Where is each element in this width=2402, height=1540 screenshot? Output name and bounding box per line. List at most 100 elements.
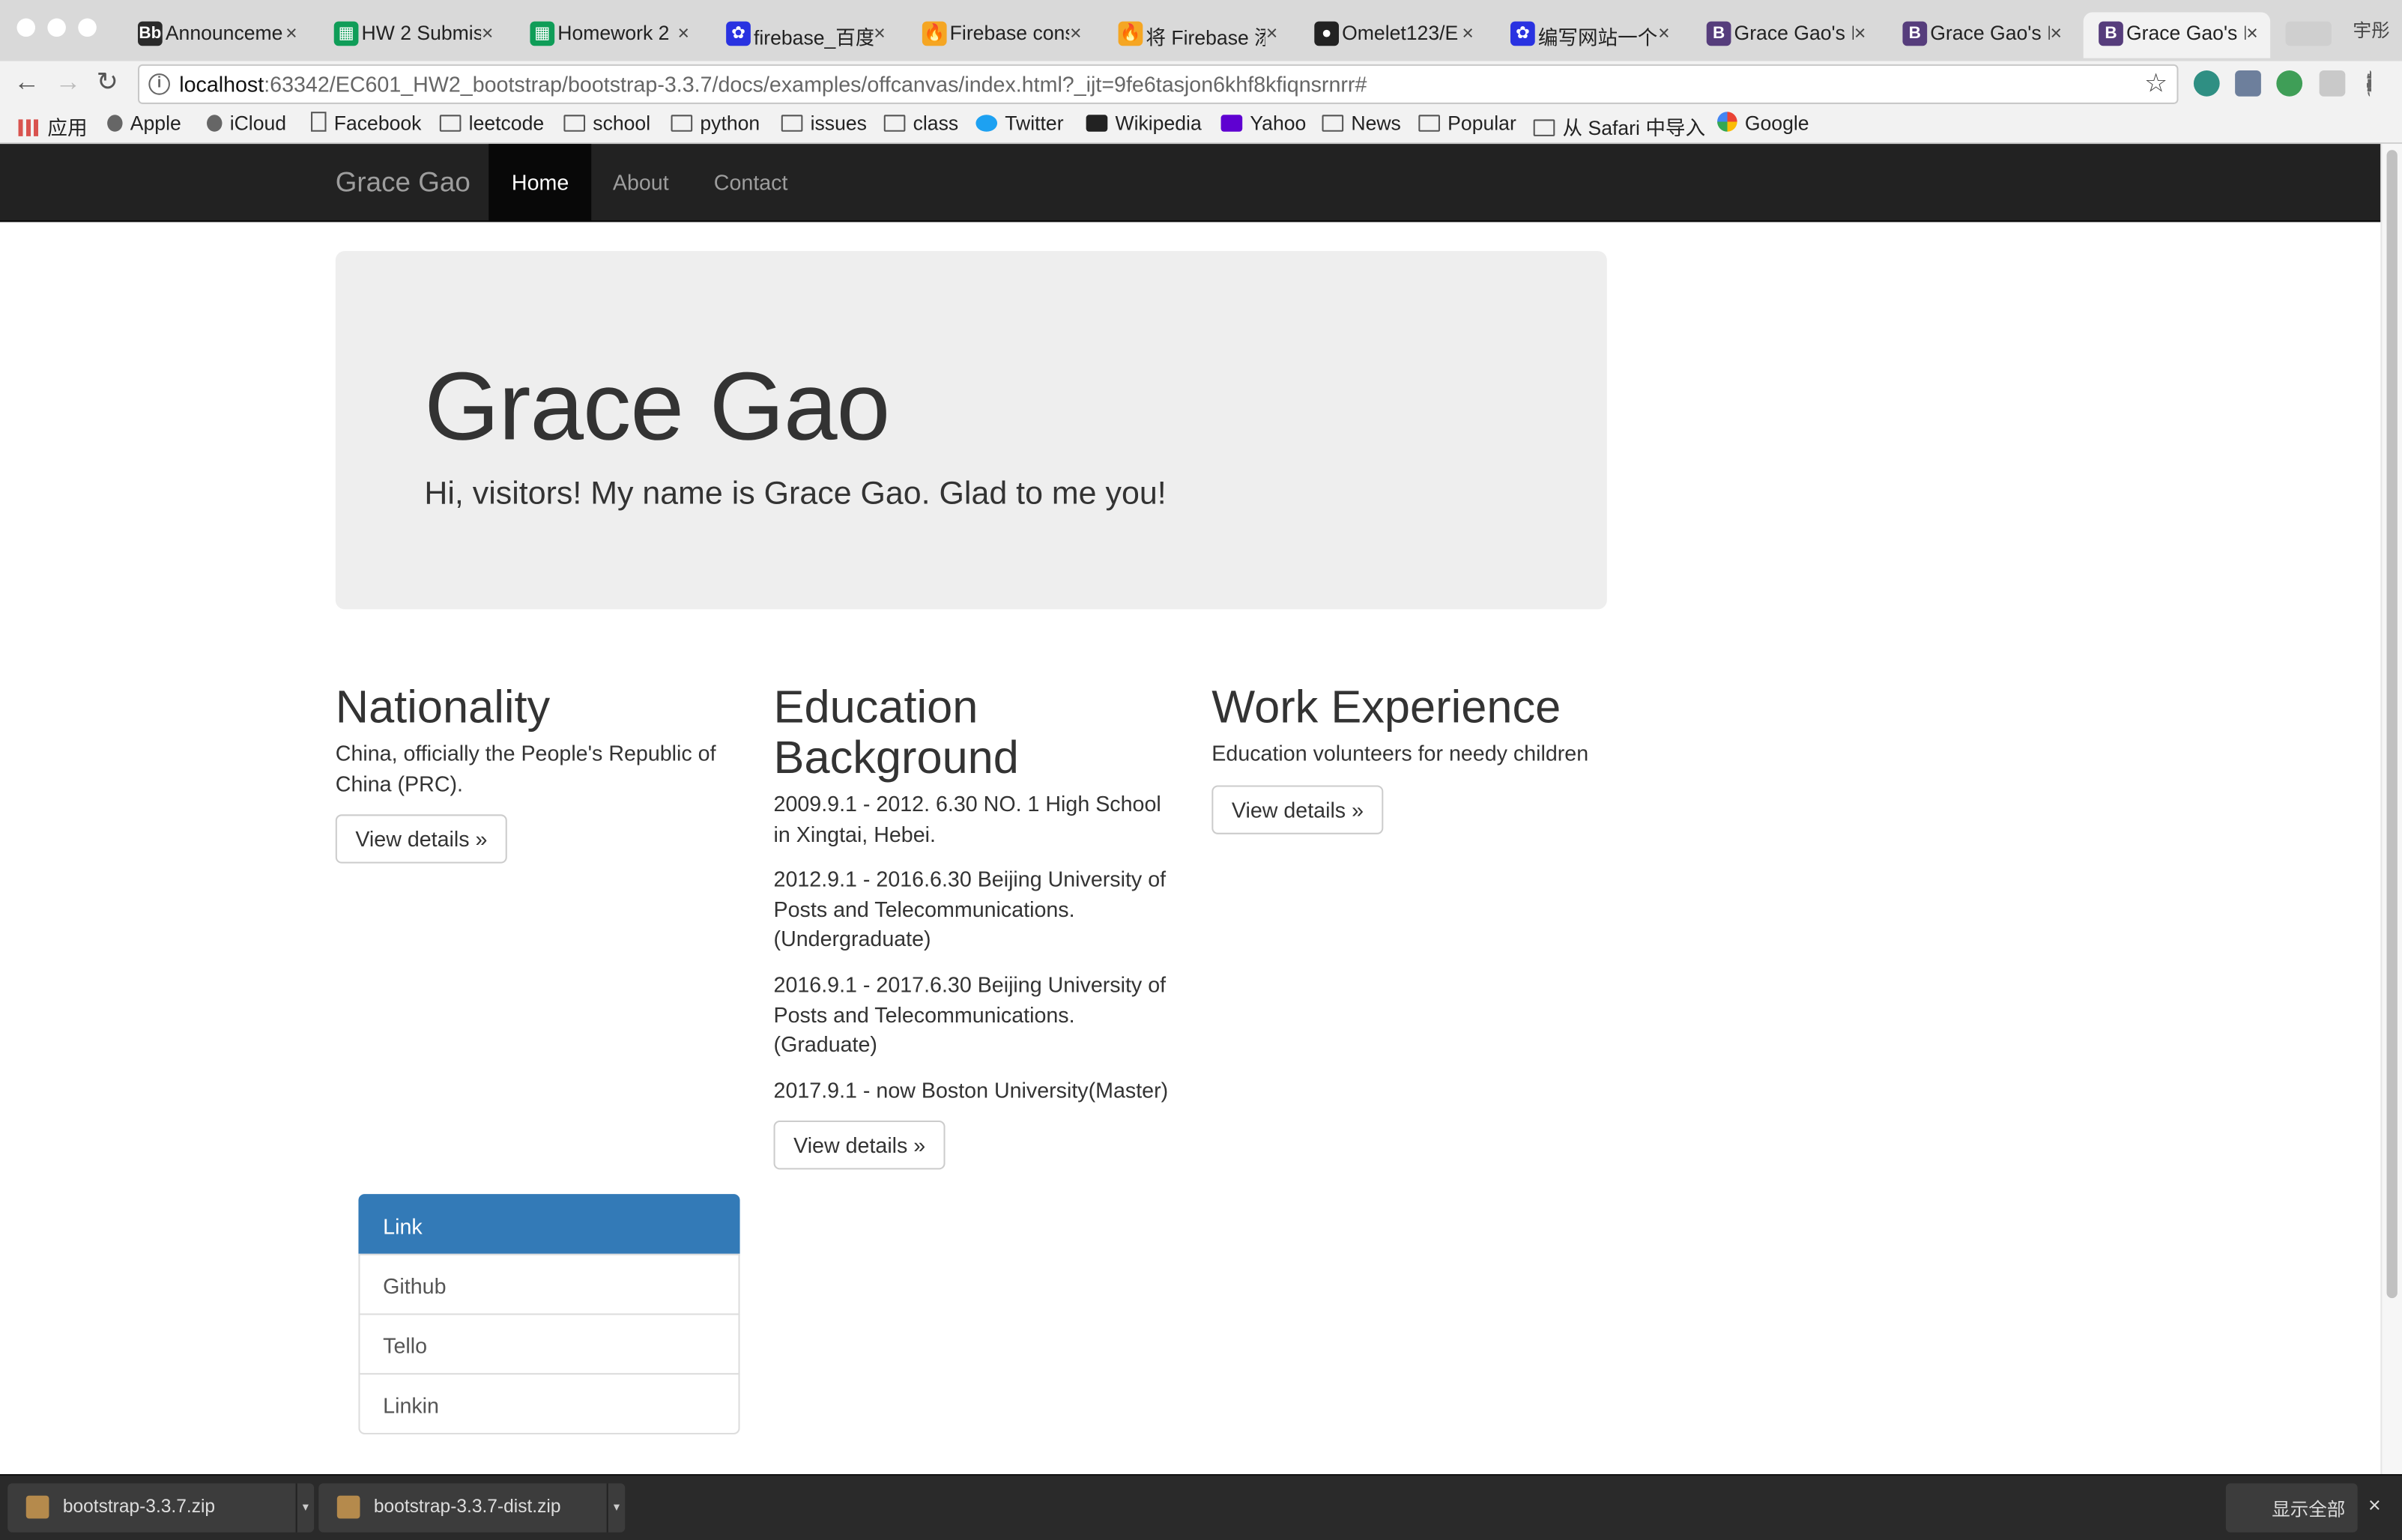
tab-favicon-icon: ▦ bbox=[530, 21, 555, 46]
browser-tab[interactable]: ▦ HW 2 Submis × bbox=[318, 12, 505, 58]
bookmark-star-icon[interactable]: ☆ bbox=[2144, 69, 2167, 100]
tab-close-icon[interactable]: × bbox=[482, 22, 494, 45]
tab-close-icon[interactable]: × bbox=[1462, 22, 1474, 45]
tab-title: firebase_百度 bbox=[753, 25, 874, 49]
bookmark-item[interactable]: 应用 bbox=[18, 112, 88, 141]
folder-icon bbox=[1533, 119, 1555, 136]
download-item[interactable]: bootstrap-3.3.7-dist.zip ▾ bbox=[318, 1483, 626, 1533]
folder-icon bbox=[781, 115, 803, 132]
tab-close-icon[interactable]: × bbox=[1854, 22, 1866, 45]
new-tab-button[interactable] bbox=[2285, 21, 2332, 46]
bookmark-item[interactable]: Wikipedia bbox=[1086, 112, 1202, 135]
bookmark-item[interactable]: python bbox=[671, 112, 760, 135]
folder-icon bbox=[883, 115, 906, 132]
column-heading: Education Background bbox=[773, 682, 1019, 784]
browser-tab[interactable]: ▦ Homework 2 × bbox=[515, 12, 701, 58]
window-zoom-control[interactable] bbox=[78, 18, 97, 37]
sidebar-item-tello[interactable]: Tello bbox=[358, 1313, 740, 1375]
reload-icon[interactable]: ↻ bbox=[97, 67, 118, 98]
browser-tab[interactable]: B Grace Gao's I × bbox=[1691, 12, 1878, 58]
page-scrollbar[interactable] bbox=[2380, 144, 2402, 1475]
browser-tab[interactable]: ● Omelet123/E × bbox=[1299, 12, 1486, 58]
info-icon[interactable]: i bbox=[148, 73, 170, 95]
url-host: localhost bbox=[179, 72, 264, 97]
back-icon[interactable]: ← bbox=[13, 67, 40, 98]
work-column: Work Experience Education volunteers for… bbox=[1211, 683, 1607, 834]
browser-tab[interactable]: ✿ 编写网站一个 × bbox=[1495, 12, 1682, 58]
bookmark-item[interactable]: Yahoo bbox=[1220, 112, 1306, 135]
browser-tab[interactable]: 🔥 Firebase cons × bbox=[907, 12, 1093, 58]
extension-icon[interactable] bbox=[2319, 70, 2346, 97]
forward-icon[interactable]: → bbox=[55, 67, 82, 98]
tab-close-icon[interactable]: × bbox=[285, 22, 297, 45]
nav-about-link[interactable]: About bbox=[590, 144, 692, 220]
tab-close-icon[interactable]: × bbox=[1070, 22, 1082, 45]
bookmark-item[interactable]: 从 Safari 中导入 bbox=[1533, 112, 1705, 141]
tab-title: Grace Gao's I bbox=[2126, 21, 2246, 45]
twitter-icon bbox=[975, 115, 998, 132]
column-text: 2012.9.1 - 2016.6.30 Beijing University … bbox=[773, 867, 1167, 951]
window-minimize-control[interactable] bbox=[47, 18, 66, 37]
bookmark-item[interactable]: Google bbox=[1717, 112, 1809, 135]
bookmark-item[interactable]: issues bbox=[781, 112, 867, 135]
nav-contact-link[interactable]: Contact bbox=[691, 144, 811, 220]
extension-icon[interactable] bbox=[2276, 70, 2303, 97]
tab-favicon-icon: 🔥 bbox=[1118, 21, 1143, 46]
view-details-button[interactable]: View details » bbox=[773, 1121, 946, 1171]
column-text: 2009.9.1 - 2012. 6.30 NO. 1 High School … bbox=[773, 791, 1161, 846]
tab-close-icon[interactable]: × bbox=[2246, 22, 2258, 45]
browser-tab[interactable]: 🔥 将 Firebase 添 × bbox=[1103, 12, 1289, 58]
column-heading: Nationality bbox=[335, 682, 551, 733]
page-title: Grace Gao bbox=[424, 354, 890, 461]
extension-icon[interactable] bbox=[2193, 70, 2220, 97]
close-icon[interactable]: × bbox=[2368, 1493, 2381, 1518]
window-close-control[interactable] bbox=[16, 18, 36, 37]
bookmark-label: News bbox=[1351, 112, 1401, 135]
browser-tab[interactable]: Bb Announceme × bbox=[123, 12, 309, 58]
tab-close-icon[interactable]: × bbox=[1266, 22, 1278, 45]
sidebar-item-linkin[interactable]: Linkin bbox=[358, 1373, 740, 1434]
bookmark-item[interactable]: Apple bbox=[107, 112, 181, 135]
bookmark-label: issues bbox=[810, 112, 867, 135]
tab-title: 编写网站一个 bbox=[1537, 25, 1658, 49]
tab-close-icon[interactable]: × bbox=[2051, 22, 2063, 45]
profile-name[interactable]: 宇彤 bbox=[2353, 16, 2390, 43]
bookmark-item[interactable]: Twitter bbox=[975, 112, 1064, 135]
nav-home-link[interactable]: Home bbox=[488, 144, 592, 221]
bookmark-item[interactable]: school bbox=[563, 112, 650, 135]
tab-favicon-icon: ▦ bbox=[333, 21, 359, 46]
tab-close-icon[interactable]: × bbox=[874, 22, 886, 45]
chevron-down-icon[interactable]: ▾ bbox=[295, 1483, 315, 1533]
bookmark-item[interactable]: Popular bbox=[1418, 112, 1516, 135]
folder-icon bbox=[563, 115, 586, 132]
folder-icon bbox=[439, 115, 462, 132]
tab-close-icon[interactable]: × bbox=[1658, 22, 1670, 45]
bookmark-item[interactable]: News bbox=[1322, 112, 1401, 135]
chevron-down-icon[interactable]: ▾ bbox=[606, 1483, 626, 1533]
sidebar-item-link[interactable]: Link bbox=[358, 1194, 740, 1255]
education-column: Education Background 2009.9.1 - 2012. 6.… bbox=[773, 682, 1176, 1171]
zip-file-icon bbox=[25, 1495, 49, 1519]
site-brand[interactable]: Grace Gao bbox=[336, 167, 471, 199]
downloads-shelf: bootstrap-3.3.7.zip ▾ bootstrap-3.3.7-di… bbox=[0, 1474, 2402, 1540]
browser-tab[interactable]: ✿ firebase_百度 × bbox=[711, 12, 898, 58]
browser-tab[interactable]: B Grace Gao's I × bbox=[2083, 12, 2271, 58]
bookmark-item[interactable]: iCloud bbox=[207, 112, 286, 135]
tab-close-icon[interactable]: × bbox=[678, 22, 690, 45]
address-bar[interactable]: i localhost:63342/EC601_HW2_bootstrap/bo… bbox=[138, 64, 2179, 104]
extension-icon[interactable] bbox=[2235, 70, 2261, 97]
bookmark-item[interactable]: class bbox=[883, 112, 958, 135]
bookmark-label: Twitter bbox=[1005, 112, 1064, 135]
view-details-button[interactable]: View details » bbox=[1211, 784, 1384, 834]
show-all-downloads-button[interactable]: 显示全部 bbox=[2225, 1483, 2358, 1533]
bookmark-item[interactable]: leetcode bbox=[439, 112, 544, 135]
browser-tab[interactable]: B Grace Gao's I × bbox=[1887, 12, 2074, 58]
bookmark-label: Google bbox=[1744, 112, 1809, 135]
sidebar-item-github[interactable]: Github bbox=[358, 1253, 740, 1315]
view-details-button[interactable]: View details » bbox=[335, 814, 508, 864]
column-text: 2016.9.1 - 2017.6.30 Beijing University … bbox=[773, 971, 1167, 1057]
menu-icon[interactable] bbox=[2366, 70, 2373, 97]
bookmark-item[interactable]: Facebook bbox=[311, 112, 421, 135]
download-item[interactable]: bootstrap-3.3.7.zip ▾ bbox=[7, 1483, 315, 1533]
scrollbar-thumb[interactable] bbox=[2386, 150, 2398, 1299]
